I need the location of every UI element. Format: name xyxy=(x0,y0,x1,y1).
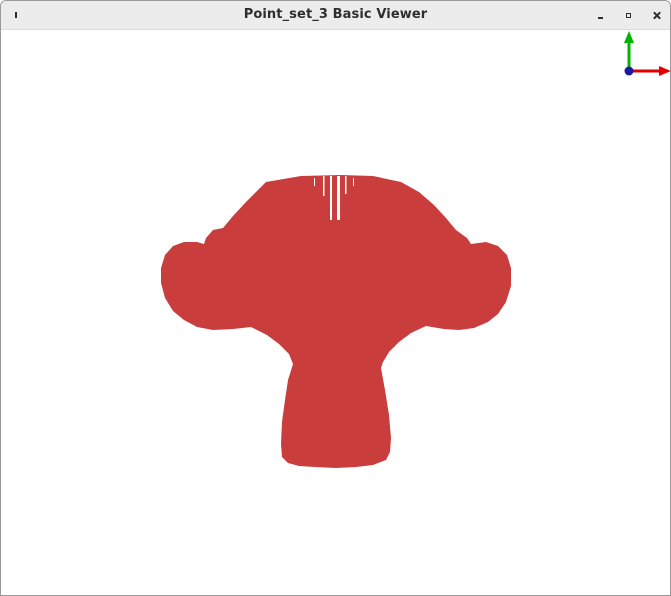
point-set-model xyxy=(161,175,511,468)
monkey-head-shape xyxy=(161,175,511,468)
head-silhouette xyxy=(161,175,511,468)
point-gap xyxy=(345,176,347,194)
axis-gizmo xyxy=(624,31,670,76)
point-gap xyxy=(337,176,340,220)
minimize-button[interactable] xyxy=(593,8,607,22)
minimize-icon xyxy=(597,16,603,19)
x-axis-arrowhead xyxy=(659,66,670,76)
title-bar[interactable]: Point_set_3 Basic Viewer xyxy=(1,1,670,30)
point-gap xyxy=(323,176,325,196)
point-gap xyxy=(330,176,332,220)
point-gap xyxy=(353,178,354,186)
z-axis-dot xyxy=(624,66,634,76)
maximize-icon xyxy=(625,12,631,18)
window-title: Point_set_3 Basic Viewer xyxy=(243,7,428,22)
3d-viewport[interactable] xyxy=(1,30,670,595)
close-button[interactable] xyxy=(649,8,663,22)
y-axis-arrowhead xyxy=(624,31,634,43)
point-gap xyxy=(314,178,315,186)
viewer-window: Point_set_3 Basic Viewer xyxy=(0,0,671,596)
maximize-button[interactable] xyxy=(621,8,635,22)
close-icon xyxy=(653,12,660,19)
